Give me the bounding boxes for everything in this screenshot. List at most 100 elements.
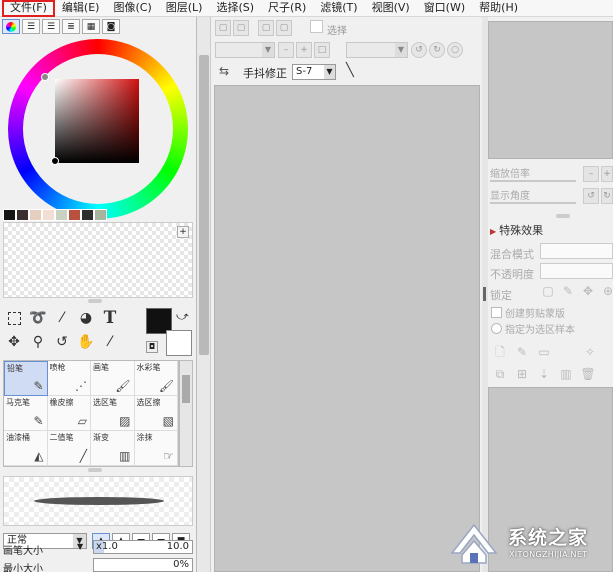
rotate-slider[interactable] [490,202,576,204]
brush-size-slider[interactable]: x1.0 10.0 [93,540,193,554]
history-swatch[interactable] [81,209,94,221]
history-swatch[interactable] [42,209,55,221]
nav-zoom-in-button[interactable]: + [601,166,613,182]
merge-layer-icon[interactable]: ⊞ [514,366,530,382]
brush-tool-8[interactable]: 油漆桶 ◭ [4,431,48,466]
nav-rotate-right-button[interactable]: ↻ [601,188,613,204]
history-swatch[interactable] [68,209,81,221]
flip-icon[interactable]: ⇆ [219,64,229,78]
fill-button[interactable]: ▢ [276,20,292,36]
rotate-left-button[interactable]: ↺ [411,42,427,58]
swap-colors-icon[interactable]: ⤻ [176,309,189,324]
brush-scrollbar[interactable] [179,360,193,467]
layer-opacity-slider[interactable] [540,263,613,279]
rotate-reset-button[interactable]: ○ [447,42,463,58]
select-checkbox[interactable] [310,20,323,33]
menu-ruler[interactable]: 尺子(R) [261,0,313,17]
brush-tool-6[interactable]: 选区笔 ▨ [91,396,135,431]
new-vector-layer-icon[interactable]: ✎ [514,344,530,360]
deselect-button[interactable]: ▢ [215,20,231,36]
hand-tool[interactable]: ✋ [75,332,97,352]
brush-tool-1[interactable]: 喷枪 ⋰ [47,361,91,396]
history-swatch[interactable] [55,209,68,221]
left-panel-scrollbar[interactable] [197,17,211,572]
selection-source-radio[interactable]: 指定为选区样本 [491,321,575,336]
add-swatch-button[interactable]: + [177,226,189,238]
brush-tool-11[interactable]: 涂抹 ☞ [134,431,178,466]
brush-tool-7[interactable]: 选区擦 ▧ [134,396,178,431]
reset-colors-icon[interactable]: ◘ [146,341,158,353]
menu-filter[interactable]: 滤镜(T) [313,0,364,17]
zoom-reset-button[interactable]: □ [314,42,330,58]
hsv-slider-tab[interactable]: ☰ [42,19,60,34]
swatch-tab[interactable]: ▦ [82,19,100,34]
brush-tool-10[interactable]: 渐变 ▥ [91,431,135,466]
zoom-out-button[interactable]: – [278,42,294,58]
brush-tool-9[interactable]: 二值笔 ╱ [47,431,91,466]
menu-select[interactable]: 选择(S) [209,0,261,17]
min-size-slider[interactable]: 0% [93,558,193,572]
new-folder-icon[interactable]: ▭ [536,344,552,360]
line-tool-icon[interactable]: ╲ [346,63,354,78]
lock-paint-icon[interactable]: ✎ [560,283,576,299]
palette-tab[interactable]: ≣ [62,19,80,34]
brush-tool-0[interactable]: 铅笔 ✎ [4,361,48,396]
effects-section-header[interactable]: ▶ 特殊效果 [488,222,613,238]
rotate-combo[interactable]: ▼ [346,42,408,58]
canvas-area[interactable] [214,85,480,572]
rgb-slider-tab[interactable]: ☰ [22,19,40,34]
saturation-value-square[interactable] [55,79,139,163]
menu-window[interactable]: 窗口(W) [417,0,472,17]
move-tool[interactable]: ✥ [3,332,25,352]
clear-layer-icon[interactable]: ⇣ [536,366,552,382]
menu-view[interactable]: 视图(V) [365,0,417,17]
new-layer-icon[interactable]: 🗋 [492,344,508,360]
brush-tool-3[interactable]: 水彩笔 🖌 [134,361,178,396]
menu-edit[interactable]: 编辑(E) [55,0,107,17]
scratchpad-tab[interactable]: ◙ [102,19,120,34]
brush-tool-5[interactable]: 橡皮擦 ▱ [47,396,91,431]
shape-select-tool[interactable]: ◕ [75,308,97,328]
layer-blend-mode-select[interactable] [540,243,613,259]
panel-divider[interactable] [556,214,570,218]
brush-tool-2[interactable]: 画笔 🖌 [91,361,135,396]
text-tool[interactable]: T [99,308,121,328]
nav-rotate-left-button[interactable]: ↺ [583,188,599,204]
rotate-right-button[interactable]: ↻ [429,42,445,58]
panel-divider[interactable] [88,468,102,472]
color-wheel-tab[interactable] [2,19,20,34]
nav-zoom-out-button[interactable]: – [583,166,599,182]
eyedropper-tool[interactable]: ⁄ [99,332,121,352]
chevron-down-icon[interactable]: ▼ [77,542,83,551]
menu-image[interactable]: 图像(C) [106,0,158,17]
rect-select-tool[interactable] [3,308,25,328]
zoom-combo[interactable]: ▼ [215,42,275,58]
lasso-tool[interactable]: ➰ [27,308,49,328]
sv-knob[interactable] [51,157,59,165]
fill-layer-icon[interactable]: ▥ [558,366,574,382]
history-swatch[interactable] [16,209,29,221]
zoom-tool[interactable]: ⚲ [27,332,49,352]
effect-icon[interactable]: ✧ [582,344,598,360]
zoom-slider[interactable] [490,180,576,182]
brush-tool-4[interactable]: 马克笔 ✎ [4,396,48,431]
magic-wand-tool[interactable]: ⁄ [51,308,73,328]
clipping-mask-checkbox[interactable]: 创建剪贴蒙版 [491,305,565,320]
history-swatch[interactable] [29,209,42,221]
zoom-in-button[interactable]: + [296,42,312,58]
background-color[interactable] [166,330,192,356]
history-swatch[interactable] [94,209,107,221]
navigator-preview[interactable] [488,21,613,159]
lock-transparency-icon[interactable]: ▢ [540,283,556,299]
menu-file[interactable]: 文件(F) [2,0,55,17]
color-wheel[interactable] [8,39,188,219]
trash-icon[interactable]: 🗑 [580,366,596,382]
rotate-tool[interactable]: ↺ [51,332,73,352]
copy-layer-icon[interactable]: ⧉ [492,366,508,382]
lock-move-icon[interactable]: ✥ [580,283,596,299]
stabilizer-select[interactable]: S-7 ▼ [292,64,336,80]
clear-button[interactable]: ▢ [258,20,274,36]
menu-help[interactable]: 帮助(H) [472,0,525,17]
swatch-panel[interactable]: + [3,222,193,298]
hue-knob[interactable] [41,73,49,81]
